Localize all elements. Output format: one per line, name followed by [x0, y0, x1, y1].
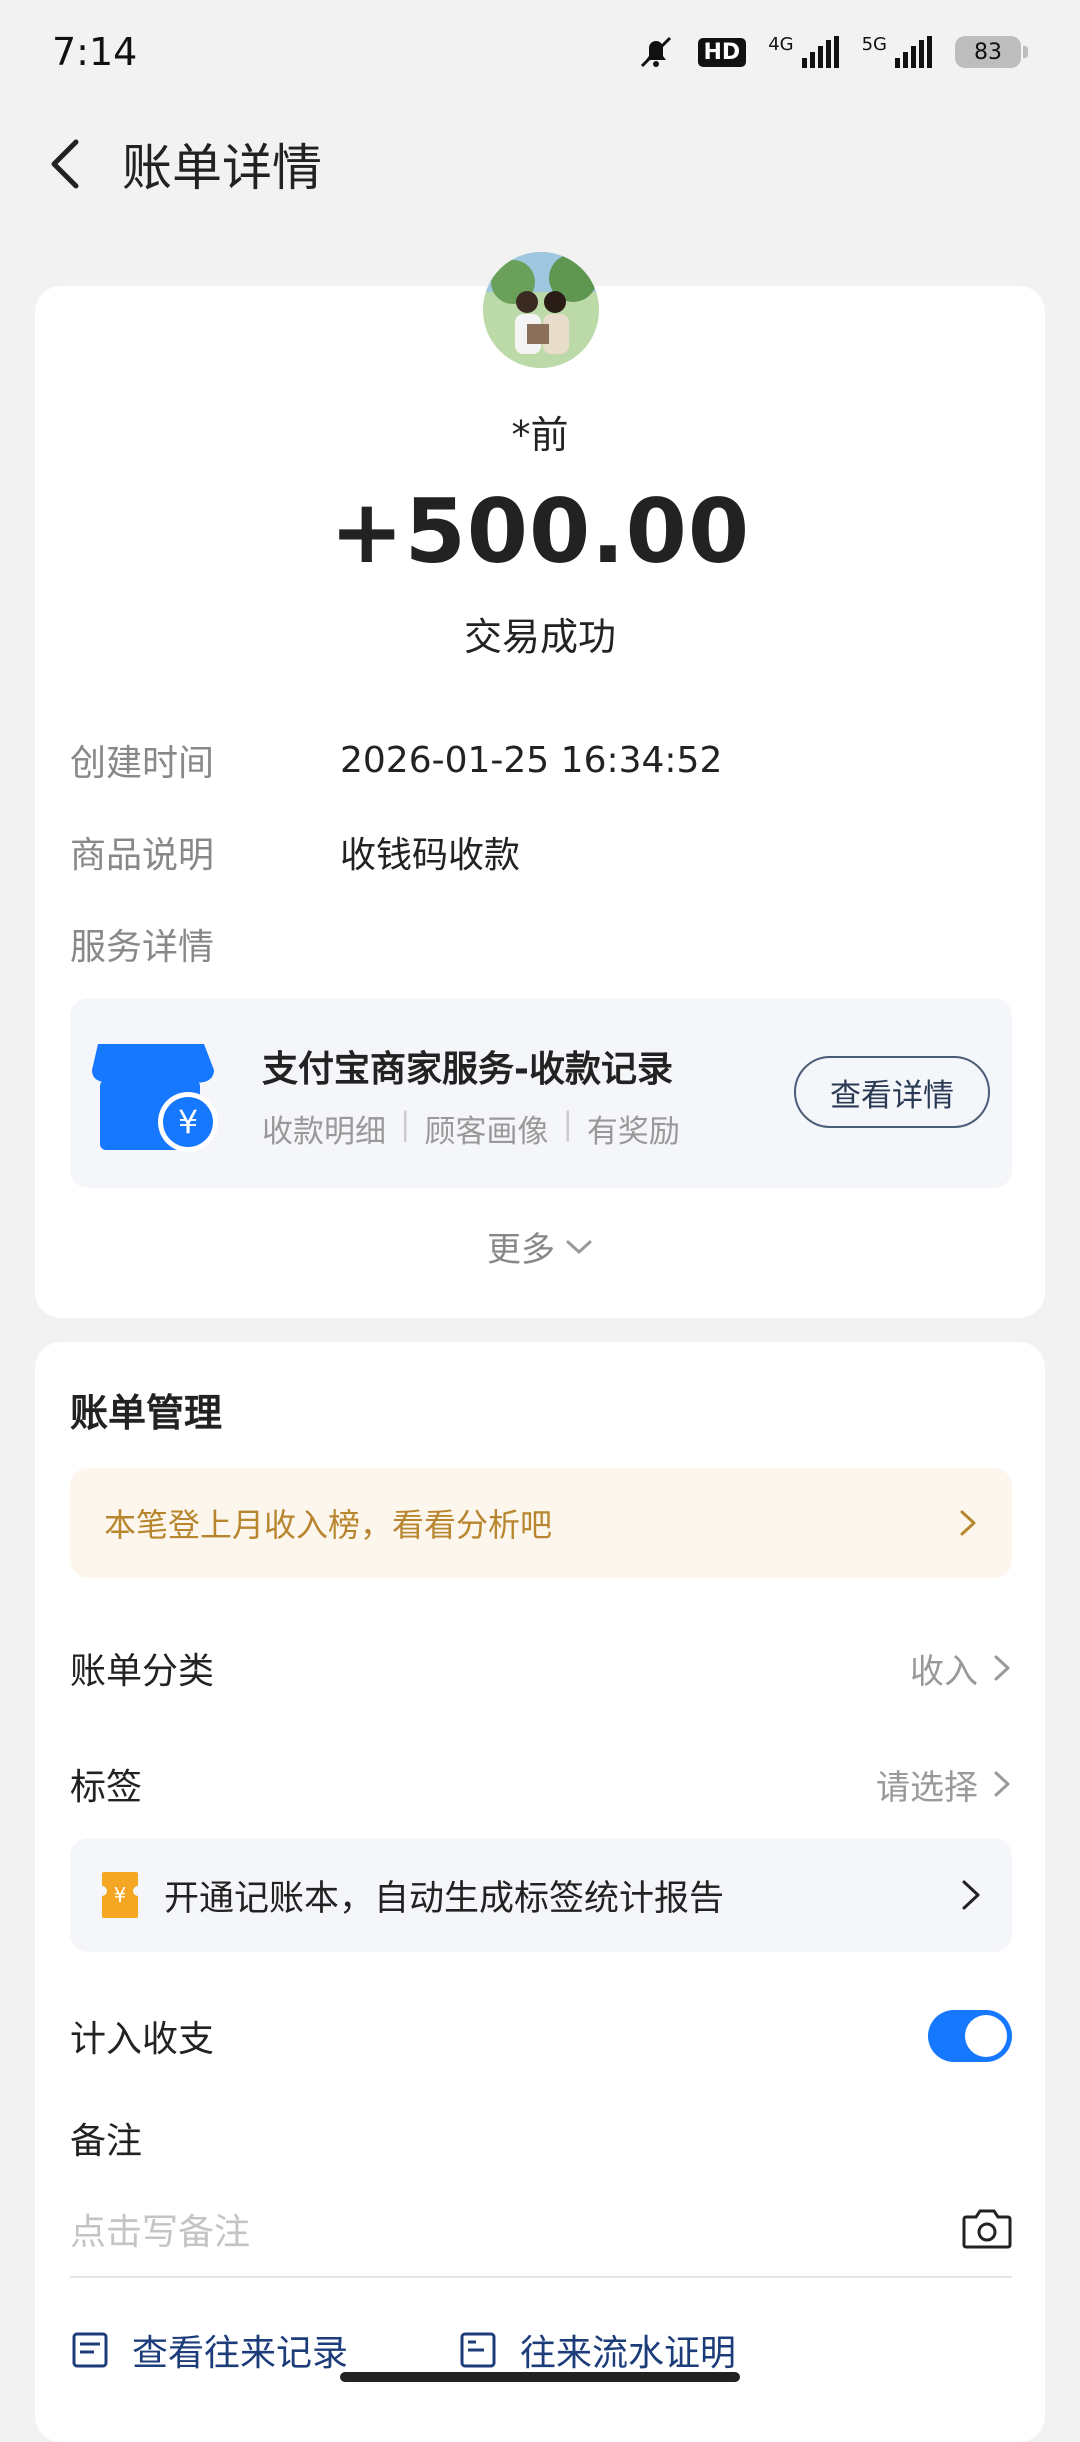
service-tag: 收款明细	[262, 1114, 386, 1150]
created-time-label: 创建时间	[70, 743, 215, 784]
chevron-right-icon	[962, 1880, 980, 1910]
ticket-yuan-icon: ¥	[102, 1872, 138, 1918]
promo-text: 开通记账本，自动生成标签统计报告	[164, 1878, 725, 1919]
status-icons: HD 4G 5G 83	[636, 32, 1028, 72]
merchant-service-card[interactable]: ¥ 支付宝商家服务-收款记录 收款明细 | 顾客画像 | 有奖励 查看详情	[70, 998, 1012, 1188]
note-row: 备注	[70, 2112, 1012, 2164]
tag-row[interactable]: 标签 请选择	[70, 1758, 1012, 1810]
transaction-card: *前 +500.00 交易成功 创建时间 2026-01-25 16:34:52…	[35, 252, 1045, 1318]
more-label: 更多	[487, 1230, 555, 1270]
camera-icon[interactable]	[962, 2207, 1012, 2251]
service-detail-label: 服务详情	[70, 927, 215, 968]
note-input[interactable]: 点击写备注	[70, 2182, 1012, 2278]
tag-label: 标签	[70, 1767, 143, 1808]
status-time: 7:14	[52, 30, 138, 74]
category-row[interactable]: 账单分类 收入	[70, 1642, 1012, 1694]
signal-icon	[800, 36, 840, 68]
signal-icon	[893, 36, 933, 68]
page-title: 账单详情	[122, 139, 322, 197]
note-placeholder: 点击写备注	[70, 2212, 251, 2253]
battery-indicator: 83	[955, 36, 1028, 68]
created-time-row: 创建时间 2026-01-25 16:34:52	[70, 734, 722, 786]
created-time-value: 2026-01-25 16:34:52	[340, 739, 723, 781]
home-indicator[interactable]	[340, 2372, 740, 2382]
nav-bar: 账单详情	[0, 104, 1080, 224]
certificate-icon	[460, 2332, 496, 2368]
store-yuan-icon: ¥	[92, 1044, 218, 1152]
service-tag: 顾客画像	[424, 1114, 549, 1150]
include-in-stats-row: 计入收支	[70, 2010, 1012, 2062]
note-label: 备注	[70, 2121, 143, 2162]
service-tag: 有奖励	[586, 1114, 680, 1150]
view-history-link[interactable]: 查看往来记录	[70, 2324, 348, 2376]
transaction-status: 交易成功	[463, 615, 616, 659]
flow-proof-label: 往来流水证明	[520, 2333, 737, 2374]
description-row: 商品说明 收钱码收款	[70, 826, 520, 878]
amount: +500.00	[329, 480, 751, 583]
include-label: 计入收支	[70, 2019, 215, 2060]
service-title: 支付宝商家服务-收款记录	[262, 1049, 673, 1090]
bottom-links: 查看往来记录 往来流水证明	[70, 2324, 1012, 2376]
status-bar: 7:14 HD 4G 5G 83	[0, 0, 1080, 104]
view-details-button[interactable]: 查看详情	[794, 1056, 990, 1128]
mute-bell-icon	[636, 32, 676, 72]
avatar[interactable]	[483, 252, 599, 368]
chevron-left-icon	[51, 139, 79, 189]
flow-proof-link[interactable]: 往来流水证明	[458, 2324, 736, 2376]
list-doc-icon	[72, 2332, 108, 2368]
payer-name: *前	[511, 413, 569, 457]
bookkeeping-promo[interactable]: ¥ 开通记账本，自动生成标签统计报告	[70, 1838, 1012, 1952]
chevron-right-icon	[960, 1510, 976, 1536]
network-4g-label: 4G	[768, 33, 794, 55]
description-label: 商品说明	[70, 835, 215, 876]
tag-value: 请选择	[876, 1760, 1012, 1809]
banner-text: 本笔登上月收入榜，看看分析吧	[104, 1506, 553, 1544]
chevron-right-icon	[994, 1655, 1010, 1681]
include-toggle[interactable]	[928, 2010, 1012, 2062]
income-rank-banner[interactable]: 本笔登上月收入榜，看看分析吧	[70, 1468, 1012, 1578]
chevron-right-icon	[994, 1771, 1010, 1797]
description-value: 收钱码收款	[340, 835, 521, 876]
network-5g-label: 5G	[861, 33, 887, 55]
chevron-down-icon	[566, 1240, 592, 1253]
service-tags: 收款明细 | 顾客画像 | 有奖励	[262, 1106, 680, 1150]
back-button[interactable]	[24, 124, 104, 204]
battery-level: 83	[955, 36, 1021, 68]
service-detail-row: 服务详情	[70, 918, 340, 970]
hd-badge: HD	[697, 37, 747, 67]
section-title: 账单管理	[70, 1391, 223, 1435]
more-button[interactable]: 更多	[35, 1222, 1045, 1271]
svg-text:¥: ¥	[114, 1883, 127, 1907]
bill-management-card: 账单管理 本笔登上月收入榜，看看分析吧 账单分类 收入 标签 请选择 ¥ 开通记…	[35, 1342, 1045, 2442]
svg-text:¥: ¥	[178, 1103, 198, 1141]
category-value: 收入	[910, 1644, 1012, 1693]
view-history-label: 查看往来记录	[132, 2333, 349, 2374]
category-label: 账单分类	[70, 1651, 215, 1692]
